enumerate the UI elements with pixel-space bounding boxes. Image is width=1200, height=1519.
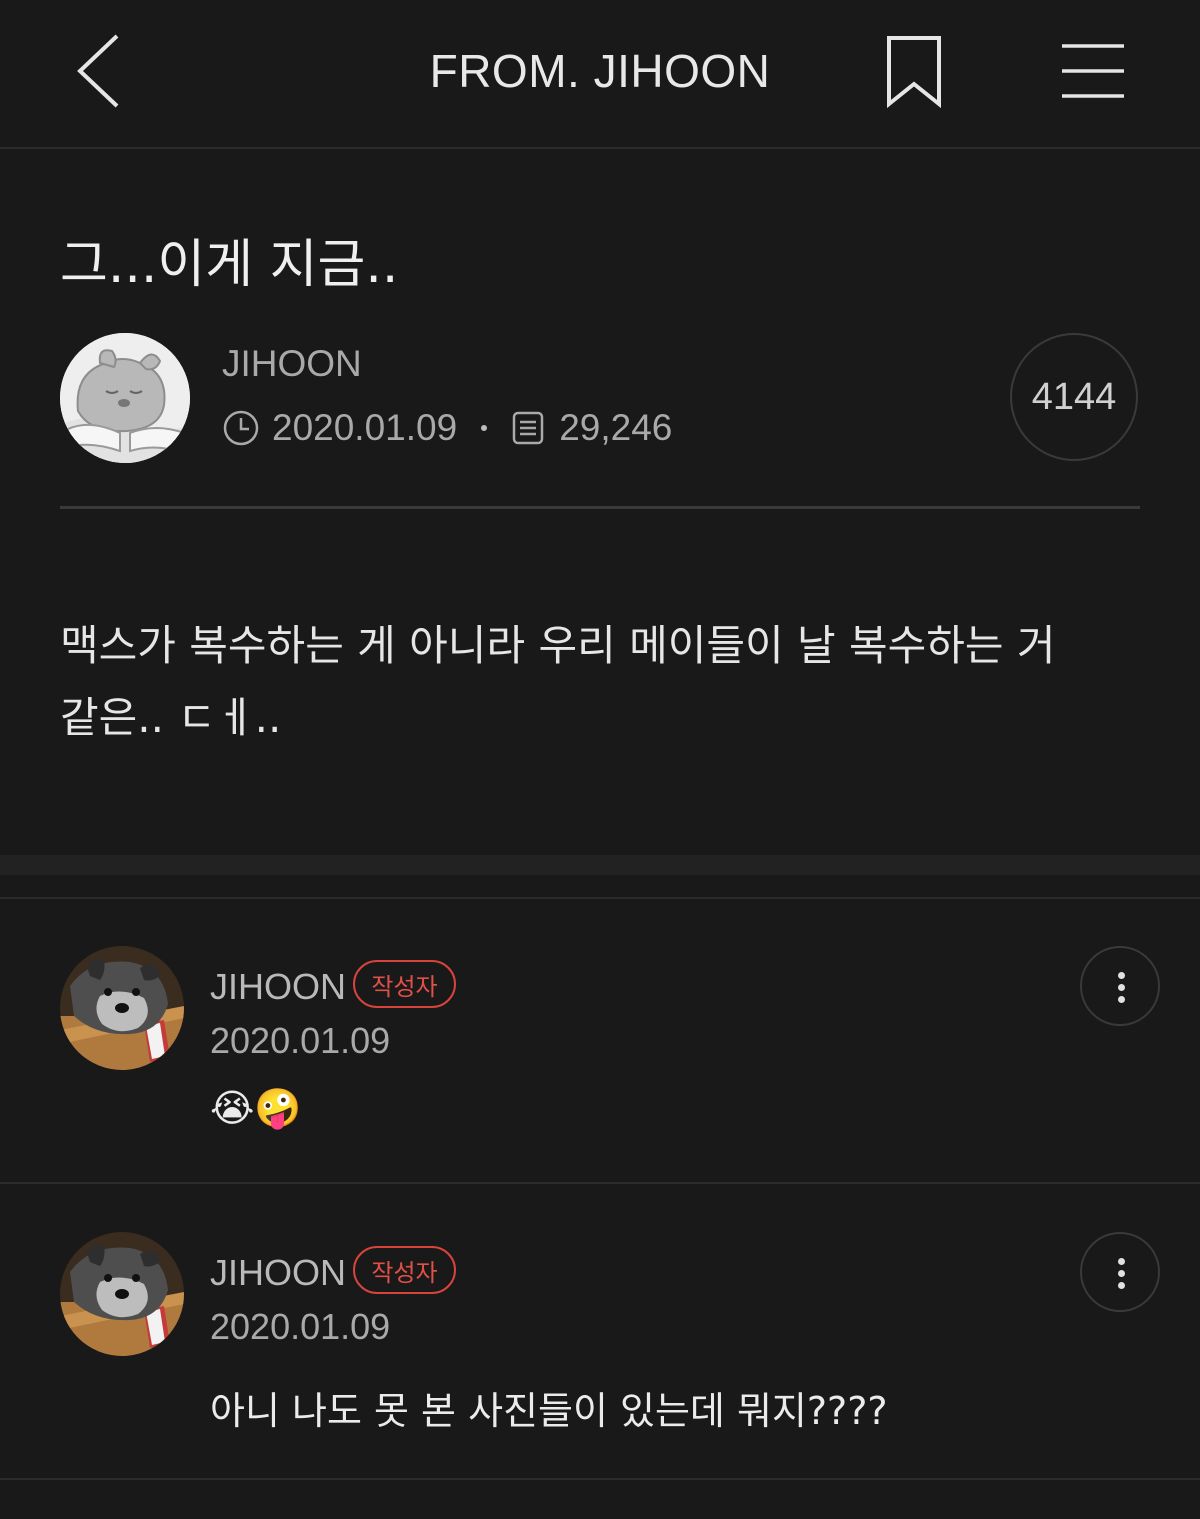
section-separator [0, 855, 1200, 875]
comment-date: 2020.01.09 [210, 1020, 391, 1061]
divider [0, 1478, 1200, 1480]
more-options-button[interactable] [1080, 946, 1160, 1026]
menu-button[interactable] [1058, 38, 1128, 104]
view-count: 29,246 [559, 407, 673, 448]
separator-dot [481, 425, 488, 431]
bookmark-icon [887, 36, 941, 109]
comment-text: 😭🤪 [210, 1086, 302, 1130]
like-count: 4144 [1031, 375, 1117, 418]
author-avatar[interactable] [60, 333, 190, 463]
comment-author[interactable]: JIHOON [210, 1252, 346, 1294]
more-options-button[interactable] [1080, 1232, 1160, 1312]
more-vertical-icon [1118, 1258, 1125, 1265]
more-vertical-icon [1118, 972, 1125, 979]
comment-avatar[interactable] [60, 1232, 184, 1356]
more-vertical-icon-dot [1118, 984, 1125, 991]
comment-text: 아니 나도 못 본 사진들이 있는데 뭐지???? [210, 1389, 888, 1433]
post-title: 그...이게 지금.. [60, 235, 399, 295]
author-badge: 작성자 [353, 960, 456, 1008]
dog-photo-avatar-icon [60, 1232, 184, 1356]
comment-date: 2020.01.09 [210, 1306, 391, 1347]
comment-avatar[interactable] [60, 946, 184, 1070]
bookmark-button[interactable] [880, 32, 948, 112]
page-title: FROM. JIHOON [429, 45, 771, 97]
clock-icon [223, 410, 259, 446]
more-vertical-icon-dot [1118, 1270, 1125, 1277]
author-badge: 작성자 [353, 1246, 456, 1294]
post-body: 맥스가 복수하는 게 아니라 우리 메이들이 날 복수하는 거 같은.. ㄷㅔ.… [60, 621, 1056, 742]
post-date: 2020.01.09 [272, 407, 458, 448]
post-meta: 2020.01.09 29,246 [222, 404, 672, 452]
author-name[interactable]: JIHOON [222, 343, 362, 385]
more-vertical-icon-dot [1118, 996, 1125, 1003]
sleeping-dog-avatar-icon [60, 333, 190, 463]
document-views-icon [512, 411, 544, 445]
dog-photo-avatar-icon [60, 946, 184, 1070]
divider [0, 1182, 1200, 1184]
divider [0, 897, 1200, 899]
hamburger-menu-icon [1062, 44, 1124, 98]
comment-author[interactable]: JIHOON [210, 966, 346, 1008]
like-count-button[interactable]: 4144 [1010, 333, 1138, 461]
divider [60, 506, 1140, 509]
top-bar: FROM. JIHOON [0, 0, 1200, 149]
more-vertical-icon-dot [1118, 1282, 1125, 1289]
